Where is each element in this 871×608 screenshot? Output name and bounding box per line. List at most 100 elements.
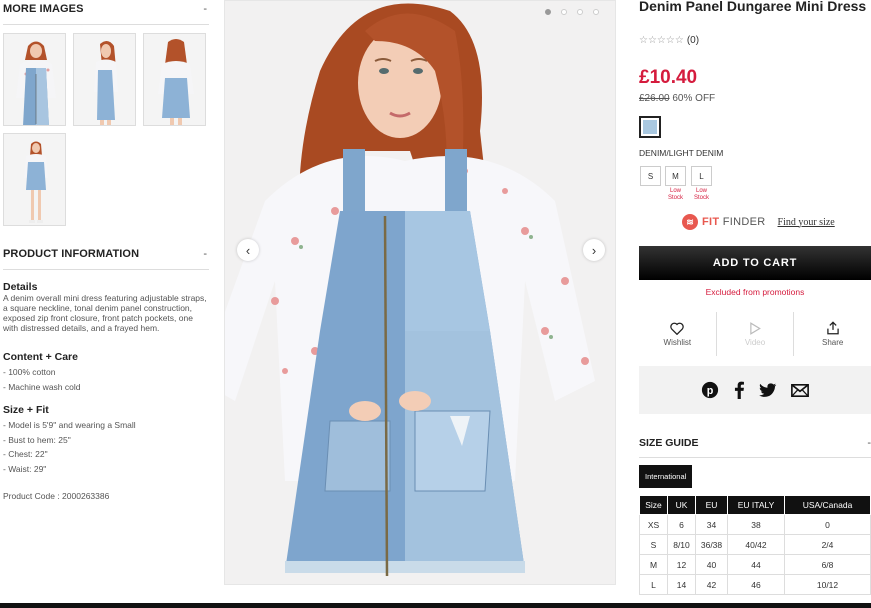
table-cell: 8/10 bbox=[667, 534, 696, 555]
share-label: Share bbox=[822, 338, 844, 347]
collapse-icon[interactable]: - bbox=[203, 248, 207, 260]
table-cell: 12 bbox=[667, 554, 696, 575]
thumbnail-image[interactable] bbox=[3, 33, 66, 126]
collapse-icon[interactable]: - bbox=[203, 3, 207, 15]
table-cell: 46 bbox=[727, 574, 785, 595]
svg-text:p: p bbox=[707, 385, 714, 397]
thumbnail-image[interactable] bbox=[73, 33, 136, 126]
table-cell: 44 bbox=[727, 554, 785, 575]
video-label: Video bbox=[744, 337, 766, 347]
add-to-cart-button[interactable]: ADD TO CART bbox=[639, 246, 871, 280]
social-share-bar: p bbox=[639, 366, 871, 414]
thumbnail-image[interactable] bbox=[3, 133, 66, 226]
size-guide-title: SIZE GUIDE bbox=[639, 437, 699, 449]
table-cell: 42 bbox=[695, 574, 728, 595]
table-row: M 12 40 44 6/8 bbox=[639, 554, 871, 575]
details-text: A denim overall mini dress featuring adj… bbox=[3, 293, 207, 333]
share-button[interactable]: Share bbox=[794, 312, 871, 356]
fit-finder[interactable]: ≋ FIT FINDER Find your size bbox=[682, 214, 835, 230]
product-information-title: PRODUCT INFORMATION bbox=[3, 248, 140, 260]
table-row: S 8/10 36/38 40/42 2/4 bbox=[639, 534, 871, 555]
table-cell: M bbox=[639, 554, 668, 575]
table-cell: 2/4 bbox=[784, 534, 871, 555]
table-header-row: Size UK EU EU ITALY USA/Canada bbox=[639, 495, 871, 515]
size-guide-table: Size UK EU EU ITALY USA/Canada XS 6 34 3… bbox=[639, 495, 871, 595]
page-bottom-border bbox=[0, 603, 871, 608]
review-count: (0) bbox=[686, 35, 700, 46]
table-cell: 38 bbox=[727, 514, 785, 535]
right-column: Denim Panel Dungaree Mini Dress ☆☆☆☆☆ (0)… bbox=[638, 0, 871, 608]
find-your-size-link[interactable]: Find your size bbox=[778, 217, 835, 228]
fit-item: - Waist: 29" bbox=[3, 464, 47, 474]
main-product-image: ‹ › bbox=[224, 0, 616, 585]
fit-finder-logo-icon: ≋ bbox=[682, 214, 698, 230]
sale-price: £10.40 bbox=[639, 67, 698, 88]
international-tab[interactable]: International bbox=[639, 465, 693, 488]
fit-item: - Chest: 22" bbox=[3, 449, 48, 459]
email-icon[interactable] bbox=[791, 383, 809, 397]
content-item: - 100% cotton bbox=[3, 367, 56, 377]
color-swatch-fill bbox=[643, 120, 657, 134]
thumbnail-image[interactable] bbox=[143, 33, 206, 126]
collapse-icon[interactable]: - bbox=[867, 437, 871, 457]
table-cell: 34 bbox=[695, 514, 728, 535]
product-information-header[interactable]: PRODUCT INFORMATION - bbox=[3, 248, 209, 270]
column-header: USA/Canada bbox=[784, 495, 871, 515]
carousel-dot[interactable] bbox=[577, 9, 583, 15]
discount-label: 60% OFF bbox=[672, 93, 716, 104]
rating[interactable]: ☆☆☆☆☆ (0) bbox=[639, 35, 699, 46]
color-swatch[interactable] bbox=[639, 116, 661, 138]
carousel-dot[interactable] bbox=[545, 9, 551, 15]
fit-item: - Bust to hem: 25" bbox=[3, 435, 71, 445]
product-title: Denim Panel Dungaree Mini Dress bbox=[639, 0, 867, 14]
table-cell: 6 bbox=[667, 514, 696, 535]
table-cell: 40 bbox=[695, 554, 728, 575]
size-option-m[interactable]: M bbox=[665, 166, 686, 186]
more-images-header[interactable]: MORE IMAGES - bbox=[3, 3, 209, 25]
content-care-heading: Content + Care bbox=[3, 351, 78, 363]
pinterest-icon[interactable]: p bbox=[701, 381, 719, 399]
heart-icon bbox=[670, 322, 685, 335]
carousel-dot[interactable] bbox=[593, 9, 599, 15]
table-cell: S bbox=[639, 534, 668, 555]
table-cell: XS bbox=[639, 514, 668, 535]
low-stock-label: Low Stock bbox=[693, 188, 709, 201]
left-column: MORE IMAGES - PRODUCT INFORMATION - Deta… bbox=[0, 0, 212, 608]
excluded-promotions-note: Excluded from promotions bbox=[705, 287, 805, 297]
table-cell: 10/12 bbox=[784, 574, 871, 595]
twitter-icon[interactable] bbox=[759, 382, 777, 398]
share-icon bbox=[826, 321, 839, 335]
more-images-title: MORE IMAGES bbox=[3, 3, 84, 15]
column-header: Size bbox=[639, 495, 668, 515]
table-cell: 14 bbox=[667, 574, 696, 595]
fit-finder-brand: FIT FINDER bbox=[702, 216, 766, 228]
carousel-prev-arrow-icon[interactable]: ‹ bbox=[237, 239, 259, 261]
play-icon bbox=[750, 321, 761, 335]
wishlist-button[interactable]: Wishlist bbox=[639, 312, 717, 356]
size-option-s[interactable]: S bbox=[640, 166, 661, 186]
original-price-line: £26.00 60% OFF bbox=[639, 93, 715, 104]
content-item: - Machine wash cold bbox=[3, 382, 81, 392]
table-cell: 40/42 bbox=[727, 534, 785, 555]
carousel-next-arrow-icon[interactable]: › bbox=[583, 239, 605, 261]
size-option-l[interactable]: L bbox=[691, 166, 712, 186]
carousel-dot[interactable] bbox=[561, 9, 567, 15]
details-heading: Details bbox=[3, 281, 38, 293]
original-price: £26.00 bbox=[639, 93, 670, 104]
table-row: XS 6 34 38 0 bbox=[639, 514, 871, 535]
product-photo bbox=[225, 1, 615, 584]
star-rating-icon: ☆☆☆☆☆ bbox=[639, 35, 684, 46]
fit-item: - Model is 5'9" and wearing a Small bbox=[3, 420, 136, 430]
column-header: EU bbox=[695, 495, 728, 515]
facebook-icon[interactable] bbox=[733, 381, 745, 399]
carousel-dots bbox=[545, 9, 599, 15]
table-cell: 0 bbox=[784, 514, 871, 535]
product-actions: Wishlist Video Share bbox=[639, 312, 871, 356]
wishlist-label: Wishlist bbox=[663, 337, 692, 347]
size-guide-header[interactable]: SIZE GUIDE - bbox=[639, 437, 871, 458]
size-fit-heading: Size + Fit bbox=[3, 404, 49, 416]
video-button[interactable]: Video bbox=[717, 312, 795, 356]
table-row: L 14 42 46 10/12 bbox=[639, 574, 871, 595]
table-cell: 6/8 bbox=[784, 554, 871, 575]
table-cell: 36/38 bbox=[695, 534, 728, 555]
